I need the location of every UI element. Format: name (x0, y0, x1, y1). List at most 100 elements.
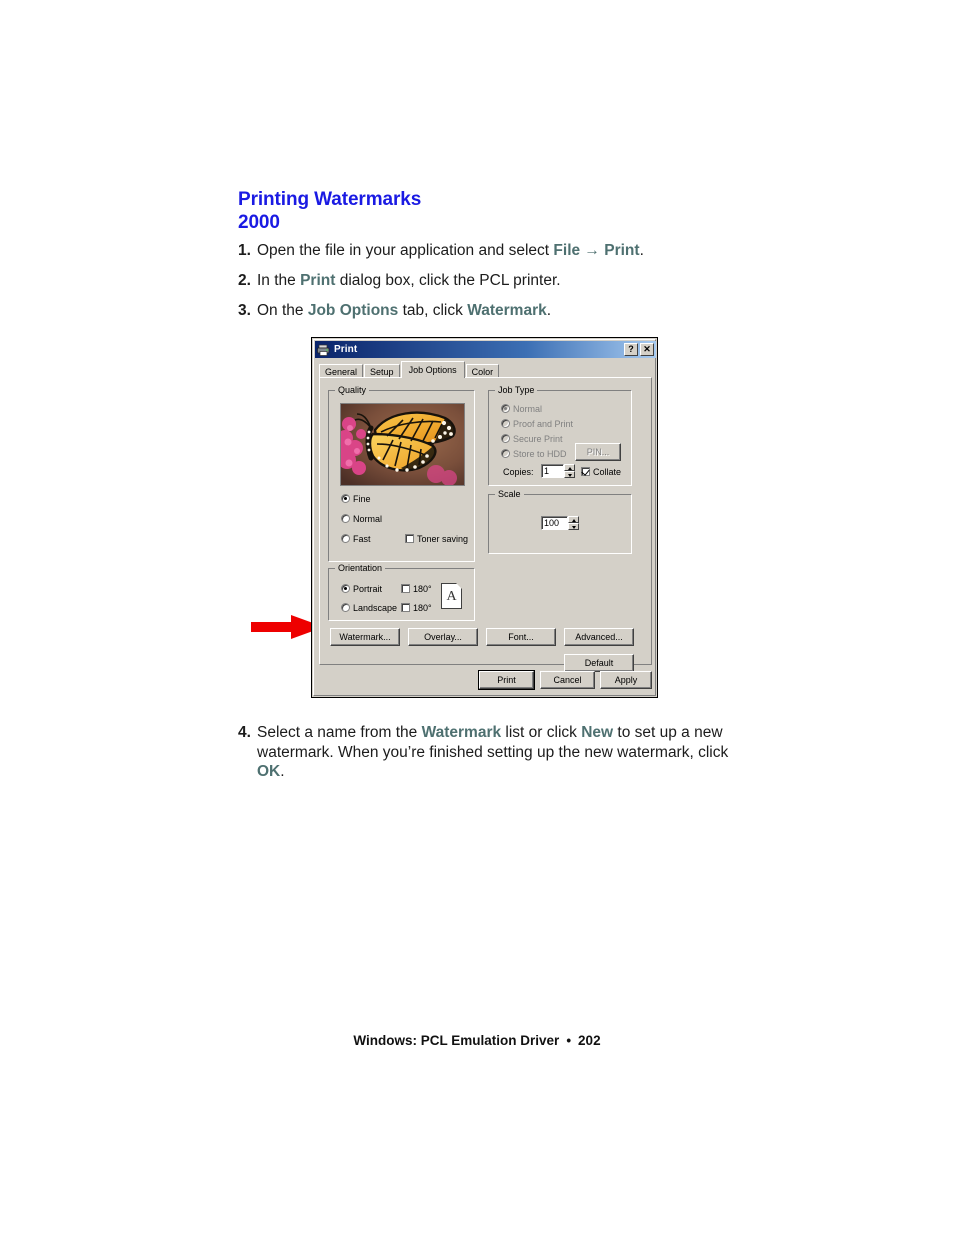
apply-button[interactable]: Apply (600, 671, 652, 689)
job-type-option-label: Secure Print (513, 434, 563, 444)
monarch-butterfly-illustration (341, 404, 464, 485)
radio-icon (341, 603, 350, 612)
scale-group-label: Scale (495, 489, 524, 499)
pin-button[interactable]: PIN... (575, 443, 621, 461)
checkbox-icon (401, 603, 410, 612)
radio-icon (341, 534, 350, 543)
list-item: 3. On the Job Options tab, click Waterma… (238, 301, 738, 320)
page-title-line2: 2000 (238, 212, 280, 233)
step-list: 1. Open the file in your application and… (238, 241, 738, 331)
close-icon[interactable]: ✕ (640, 343, 654, 356)
step-number: 2. (238, 272, 251, 289)
quality-group: Quality Fine Normal Fast Toner saving (328, 385, 475, 562)
toner-saving-label: Toner saving (417, 534, 469, 544)
toner-saving-checkbox[interactable]: Toner saving (405, 534, 468, 544)
help-button[interactable]: ? (624, 343, 638, 356)
orientation-option-label: Portrait (353, 584, 383, 594)
checkbox-icon (581, 467, 590, 476)
dialog-titlebar: Print ? ✕ (315, 341, 656, 358)
watermark-button[interactable]: Watermark... (330, 628, 400, 646)
tab-color[interactable]: Color (465, 364, 500, 378)
copies-stepper-up[interactable] (564, 464, 575, 471)
emphasis-term: Print (604, 242, 640, 259)
scale-group: Scale 100 (488, 489, 632, 554)
scale-stepper[interactable] (568, 516, 579, 530)
quality-option-label: Normal (353, 514, 383, 524)
collate-checkbox[interactable]: Collate (581, 467, 621, 477)
radio-icon (501, 449, 510, 458)
step-number: 3. (238, 302, 251, 319)
quality-option-fine[interactable]: Fine (341, 494, 371, 504)
radio-icon (341, 584, 350, 593)
cancel-button[interactable]: Cancel (540, 671, 595, 689)
step-text: Open the file in your application and se… (257, 242, 644, 259)
job-type-option-proof-and-print[interactable]: Proof and Print (501, 419, 573, 429)
landscape-180-checkbox[interactable]: 180° (401, 603, 432, 613)
footer-title: Windows: PCL Emulation Driver (353, 1033, 560, 1048)
copies-stepper[interactable] (564, 464, 575, 478)
quality-option-normal[interactable]: Normal (341, 514, 382, 524)
dialog-title: Print (334, 344, 358, 355)
orientation-option-portrait[interactable]: Portrait (341, 584, 382, 594)
job-type-option-secure-print[interactable]: Secure Print (501, 434, 563, 444)
list-item: 2. In the Print dialog box, click the PC… (238, 271, 738, 290)
job-type-option-label: Proof and Print (513, 419, 574, 429)
radio-icon (501, 419, 510, 428)
tab-setup[interactable]: Setup (364, 364, 400, 378)
font-button[interactable]: Font... (486, 628, 556, 646)
emphasis-term: Watermark (467, 302, 547, 319)
step-text: In the Print dialog box, click the PCL p… (257, 272, 561, 289)
emphasis-term: Job Options (307, 302, 399, 319)
emphasis-term: Print (300, 272, 336, 289)
overlay-button[interactable]: Overlay... (408, 628, 478, 646)
checkbox-icon (405, 534, 414, 543)
page-footer: Windows: PCL Emulation Driver • 202 (0, 1033, 954, 1048)
job-type-option-store-to-hdd[interactable]: Store to HDD (501, 449, 567, 459)
orientation-option-label: Landscape (353, 603, 398, 613)
job-type-group-label: Job Type (495, 385, 538, 395)
radio-icon (501, 404, 510, 413)
page-number: 202 (578, 1033, 601, 1048)
list-item: 1. Open the file in your application and… (238, 241, 738, 260)
dialog-footer: Print Cancel Apply (319, 668, 652, 692)
copies-input[interactable]: 1 (541, 464, 564, 478)
tab-general[interactable]: General (319, 364, 364, 378)
copies-stepper-down[interactable] (564, 471, 575, 478)
landscape-180-label: 180° (413, 603, 432, 613)
quality-option-fast[interactable]: Fast (341, 534, 371, 544)
scale-input[interactable]: 100 (541, 516, 568, 530)
job-options-panel: Quality Fine Normal Fast Toner saving Or… (319, 377, 652, 672)
footer-separator: • (566, 1033, 572, 1048)
job-type-group: Job Type Normal Proof and Print Secure P… (488, 385, 632, 486)
tab-job-options[interactable]: Job Options (400, 361, 465, 378)
dialog-tabs: General Setup Job Options Color (319, 361, 652, 378)
page-title: Printing Watermarks 2000 (238, 188, 758, 234)
emphasis-term: New (581, 724, 614, 741)
documentation-page: Printing Watermarks 2000 1. Open the fil… (0, 0, 954, 1235)
step-text: On the Job Options tab, click Watermark. (257, 302, 552, 319)
radio-icon (341, 494, 350, 503)
step-number: 1. (238, 242, 251, 259)
collate-label: Collate (593, 467, 622, 477)
print-preview-image (340, 403, 465, 486)
emphasis-term: → (580, 242, 605, 259)
orientation-option-landscape[interactable]: Landscape (341, 603, 397, 613)
step-text: Select a name from the Watermark list or… (257, 724, 729, 780)
page-title-line1: Printing Watermarks (238, 189, 422, 210)
advanced-button[interactable]: Advanced... (564, 628, 634, 646)
orientation-group-label: Orientation (335, 563, 386, 573)
checkbox-icon (401, 584, 410, 593)
quality-option-label: Fine (353, 494, 371, 504)
orientation-preview-icon: A (441, 583, 462, 609)
quality-option-label: Fast (353, 534, 371, 544)
radio-icon (501, 434, 510, 443)
job-type-option-normal[interactable]: Normal (501, 404, 542, 414)
orientation-group: Orientation Portrait 180° Landscape 180°… (328, 563, 475, 621)
portrait-180-label: 180° (413, 584, 432, 594)
portrait-180-checkbox[interactable]: 180° (401, 584, 432, 594)
scale-stepper-up[interactable] (568, 516, 579, 523)
print-button[interactable]: Print (478, 670, 535, 690)
scale-stepper-down[interactable] (568, 523, 579, 530)
emphasis-term: OK (257, 763, 281, 780)
job-type-option-label: Store to HDD (513, 449, 567, 459)
